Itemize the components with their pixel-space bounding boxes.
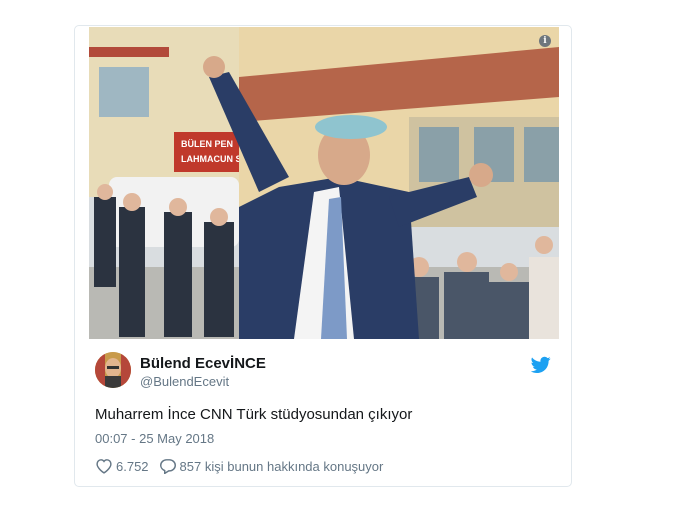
tweet-author: Bülend EcevİNCE @BulendEcevit — [95, 352, 553, 392]
conversation-text: 857 kişi bunun hakkında konuşuyor — [179, 458, 384, 474]
speech-bubble-icon — [159, 459, 176, 474]
conversation-button[interactable]: 857 kişi bunun hakkında konuşuyor — [159, 458, 384, 474]
like-count: 6.752 — [116, 458, 149, 474]
twitter-bird-icon[interactable] — [531, 356, 551, 374]
tweet-card[interactable]: BÜLEN PEN LAHMACUN SALO i Bülend EcevİNC… — [74, 25, 572, 487]
tweet-text: Muharrem İnce CNN Türk stüdyosundan çıkı… — [95, 406, 413, 423]
photo-scene: BÜLEN PEN LAHMACUN SALO — [89, 27, 559, 339]
tweet-photo[interactable]: BÜLEN PEN LAHMACUN SALO i — [89, 27, 559, 339]
avatar[interactable] — [95, 352, 131, 388]
heart-icon — [96, 459, 112, 474]
author-handle[interactable]: @BulendEcevit — [140, 374, 229, 389]
shop-sign-line-1: BÜLEN PEN — [181, 139, 233, 149]
avatar-image — [95, 352, 131, 388]
tweet-actions: 6.752 857 kişi bunun hakkında konuşuyor — [95, 456, 393, 476]
like-button[interactable]: 6.752 — [95, 458, 149, 474]
info-icon[interactable]: i — [539, 35, 551, 47]
author-display-name[interactable]: Bülend EcevİNCE — [140, 355, 266, 372]
tweet-timestamp[interactable]: 00:07 - 25 May 2018 — [95, 431, 214, 446]
